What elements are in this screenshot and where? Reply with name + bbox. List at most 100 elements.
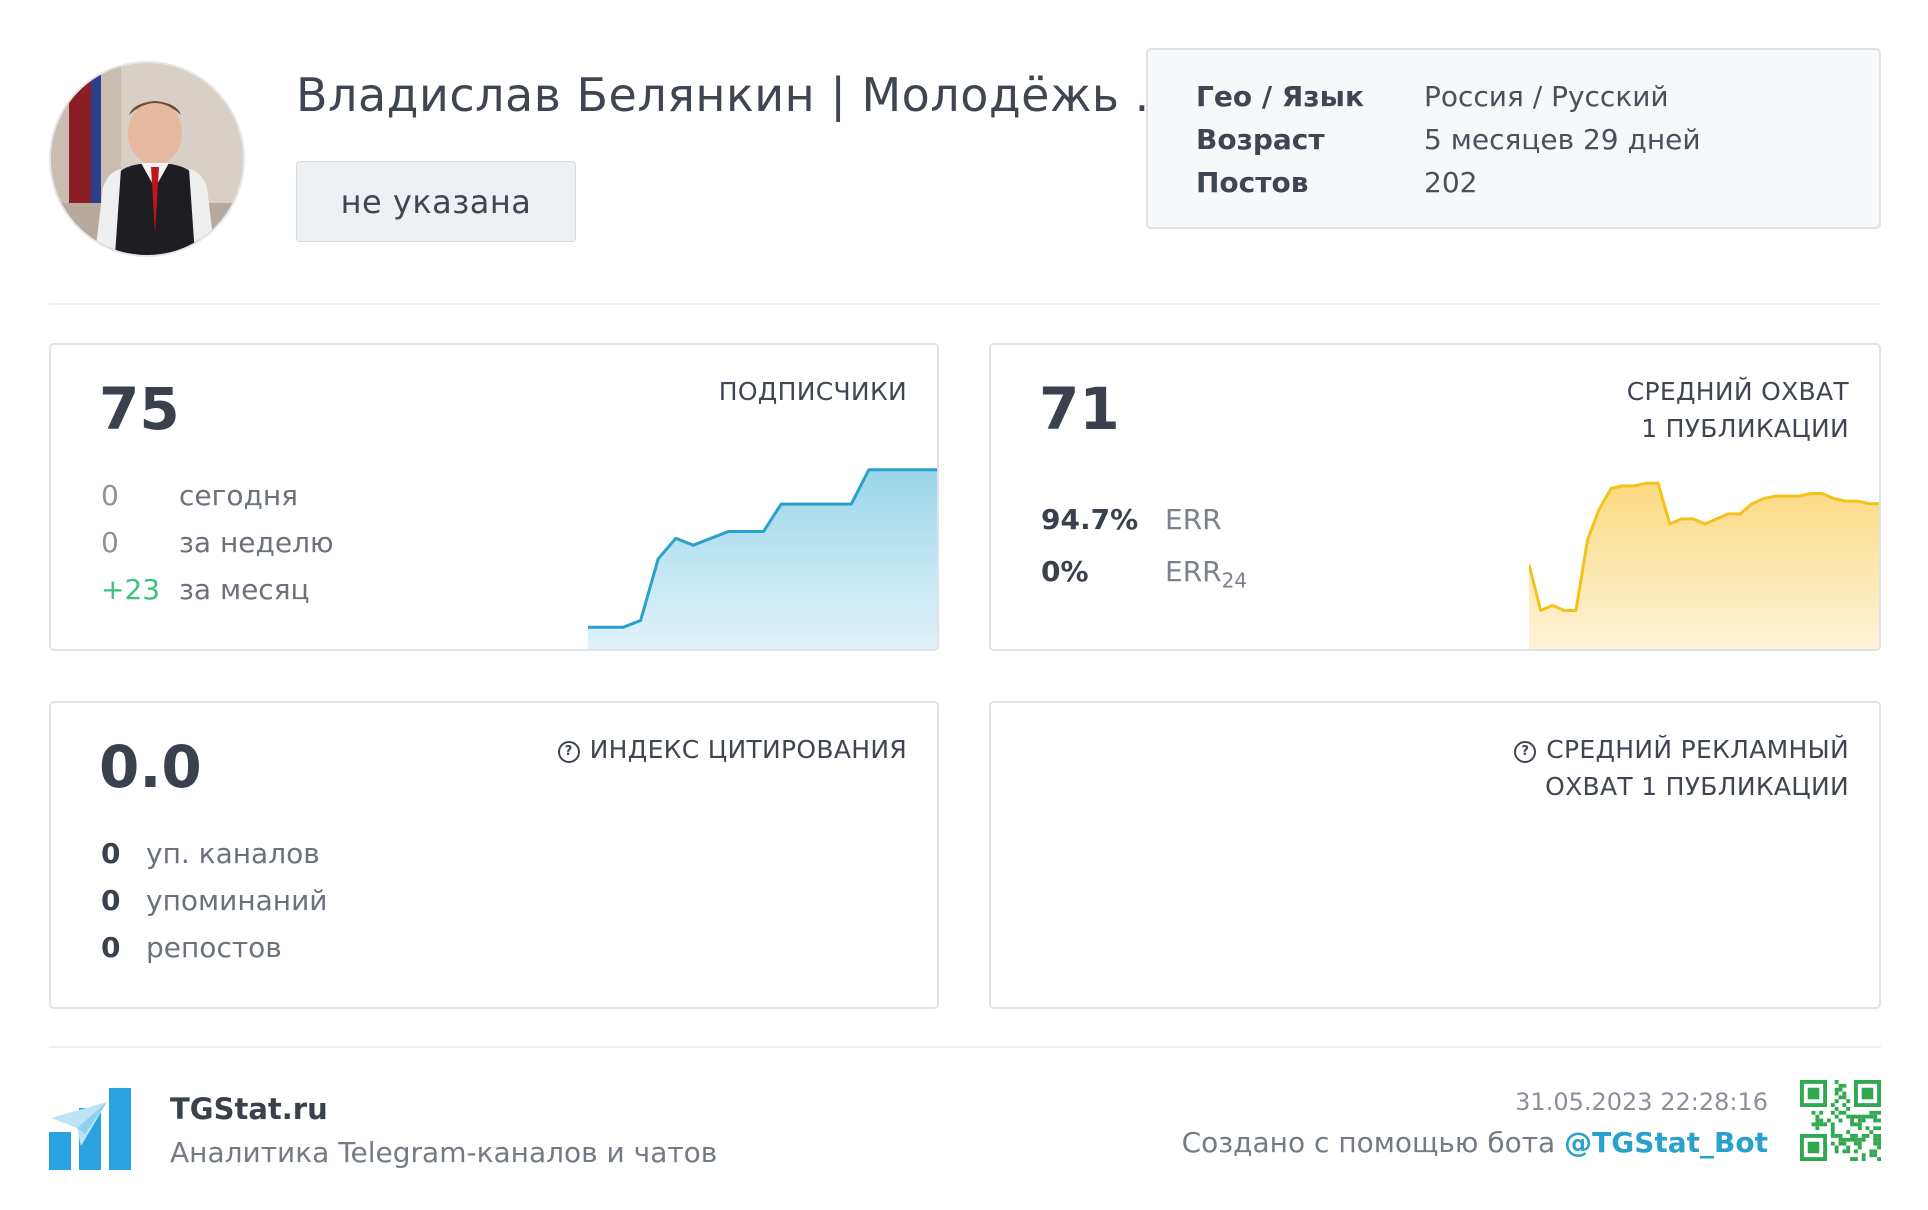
info-value: Россия / Русский xyxy=(1424,80,1669,113)
stat-label: сегодня xyxy=(179,479,298,512)
title-line: ? СРЕДНИЙ РЕКЛАМНЫЙ xyxy=(1514,731,1849,768)
qr-module xyxy=(1861,1153,1866,1158)
category-button[interactable]: не указана xyxy=(296,161,576,242)
qr-module xyxy=(1857,1145,1862,1150)
qr-module xyxy=(1815,1114,1820,1119)
info-key: Постов xyxy=(1196,166,1309,199)
avatar-photo xyxy=(51,63,243,255)
stat-row-channels: 0 уп. каналов xyxy=(101,837,320,870)
qr-module xyxy=(1877,1137,1881,1142)
qr-module xyxy=(1830,1134,1835,1138)
tgstat-logo-icon xyxy=(49,1088,131,1170)
avg-reach-chart xyxy=(1529,481,1879,649)
qr-module xyxy=(1811,1110,1816,1115)
qr-module xyxy=(1811,1122,1816,1127)
qr-module xyxy=(1834,1114,1839,1119)
qr-module xyxy=(1873,1118,1878,1123)
stat-value: +23 xyxy=(101,573,161,606)
info-value: 202 xyxy=(1424,166,1478,199)
qr-module xyxy=(1838,1095,1843,1100)
qr-module xyxy=(1846,1149,1851,1154)
qr-module xyxy=(1873,1126,1878,1131)
qr-module xyxy=(1873,1141,1878,1146)
qr-module xyxy=(1834,1080,1839,1084)
brand-name[interactable]: TGStat.ru xyxy=(170,1092,328,1126)
qr-module xyxy=(1842,1095,1847,1100)
title-line: ОХВАТ 1 ПУБЛИКАЦИИ xyxy=(1545,772,1849,801)
title-line: СРЕДНИЙ ОХВАТ xyxy=(1626,377,1849,406)
stat-value: 0 xyxy=(101,526,119,559)
qr-module xyxy=(1854,1122,1858,1127)
err24-row: 0% ERR24 xyxy=(1041,555,1247,593)
qr-module xyxy=(1861,1137,1866,1142)
brand-tagline: Аналитика Telegram-каналов и чатов xyxy=(170,1136,718,1169)
qr-module xyxy=(1823,1122,1827,1127)
qr-module xyxy=(1873,1137,1878,1142)
stat-row-today: 0 сегодня xyxy=(101,479,298,512)
qr-module xyxy=(1830,1141,1835,1146)
qr-module xyxy=(1850,1134,1854,1138)
subscribers-chart xyxy=(588,468,937,649)
qr-module xyxy=(1834,1107,1839,1111)
avg-reach-title: СРЕДНИЙ ОХВАТ 1 ПУБЛИКАЦИИ xyxy=(1627,373,1849,447)
qr-module xyxy=(1846,1099,1851,1104)
help-icon[interactable]: ? xyxy=(557,741,580,763)
qr-module xyxy=(1850,1118,1854,1123)
qr-module xyxy=(1819,1122,1824,1127)
stat-label: за месяц xyxy=(179,573,310,606)
qr-module xyxy=(1857,1126,1862,1131)
created-by-text: Создано с помощью бота @TGStat_Bot xyxy=(1182,1126,1768,1159)
qr-module xyxy=(1830,1103,1835,1107)
title-line: 1 ПУБЛИКАЦИИ xyxy=(1641,414,1849,443)
channel-avatar xyxy=(49,61,245,257)
header-divider xyxy=(49,303,1881,305)
qr-module xyxy=(1846,1107,1851,1111)
qr-module xyxy=(1865,1134,1870,1138)
qr-module xyxy=(1861,1134,1866,1138)
qr-module xyxy=(1854,1137,1858,1142)
stat-row-month: +23 за месяц xyxy=(101,573,310,606)
qr-module xyxy=(1854,1141,1858,1146)
stat-value: 0 xyxy=(101,884,121,917)
qr-module xyxy=(1873,1149,1878,1154)
qr-module xyxy=(1854,1114,1858,1119)
qr-module xyxy=(1873,1134,1878,1138)
timestamp: 31.05.2023 22:28:16 xyxy=(1515,1088,1768,1116)
qr-module xyxy=(1838,1083,1843,1088)
err24-value: 0% xyxy=(1041,555,1089,588)
qr-module xyxy=(1830,1130,1835,1134)
bot-link[interactable]: @TGStat_Bot xyxy=(1564,1126,1768,1159)
qr-module xyxy=(1827,1118,1831,1123)
ad-reach-title: ? СРЕДНИЙ РЕКЛАМНЫЙ ОХВАТ 1 ПУБЛИКАЦИИ xyxy=(1514,731,1849,805)
subscribers-title: ПОДПИСЧИКИ xyxy=(718,377,907,406)
qr-module xyxy=(1877,1110,1881,1115)
qr-module xyxy=(1857,1137,1862,1142)
qr-module xyxy=(1846,1145,1851,1150)
qr-module xyxy=(1854,1149,1858,1154)
qr-module xyxy=(1873,1110,1878,1115)
qr-module xyxy=(1850,1137,1854,1142)
qr-module xyxy=(1838,1134,1843,1138)
info-value: 5 месяцев 29 дней xyxy=(1424,123,1701,156)
qr-module xyxy=(1869,1110,1874,1115)
stat-label: за неделю xyxy=(179,526,334,559)
qr-module xyxy=(1834,1091,1839,1096)
qr-module xyxy=(1838,1087,1843,1092)
citation-title-text: ИНДЕКС ЦИТИРОВАНИЯ xyxy=(589,735,907,764)
qr-module xyxy=(1834,1087,1839,1092)
qr-module xyxy=(1857,1118,1862,1123)
qr-module xyxy=(1834,1099,1839,1104)
stat-value: 0 xyxy=(101,837,121,870)
help-icon[interactable]: ? xyxy=(1514,741,1537,763)
qr-module xyxy=(1819,1110,1824,1115)
err-row: 94.7% ERR xyxy=(1041,503,1222,536)
stat-row-reposts: 0 репостов xyxy=(101,931,282,964)
citation-title: ? ИНДЕКС ЦИТИРОВАНИЯ xyxy=(557,731,907,768)
qr-module xyxy=(1877,1141,1881,1146)
qr-module xyxy=(1838,1118,1843,1123)
subscribers-count: 75 xyxy=(99,375,180,443)
info-row-geo: Гео / Язык Россия / Русский xyxy=(1196,80,1669,113)
avg-reach-value: 71 xyxy=(1039,375,1120,443)
qr-module xyxy=(1815,1122,1820,1127)
qr-module xyxy=(1877,1157,1881,1161)
